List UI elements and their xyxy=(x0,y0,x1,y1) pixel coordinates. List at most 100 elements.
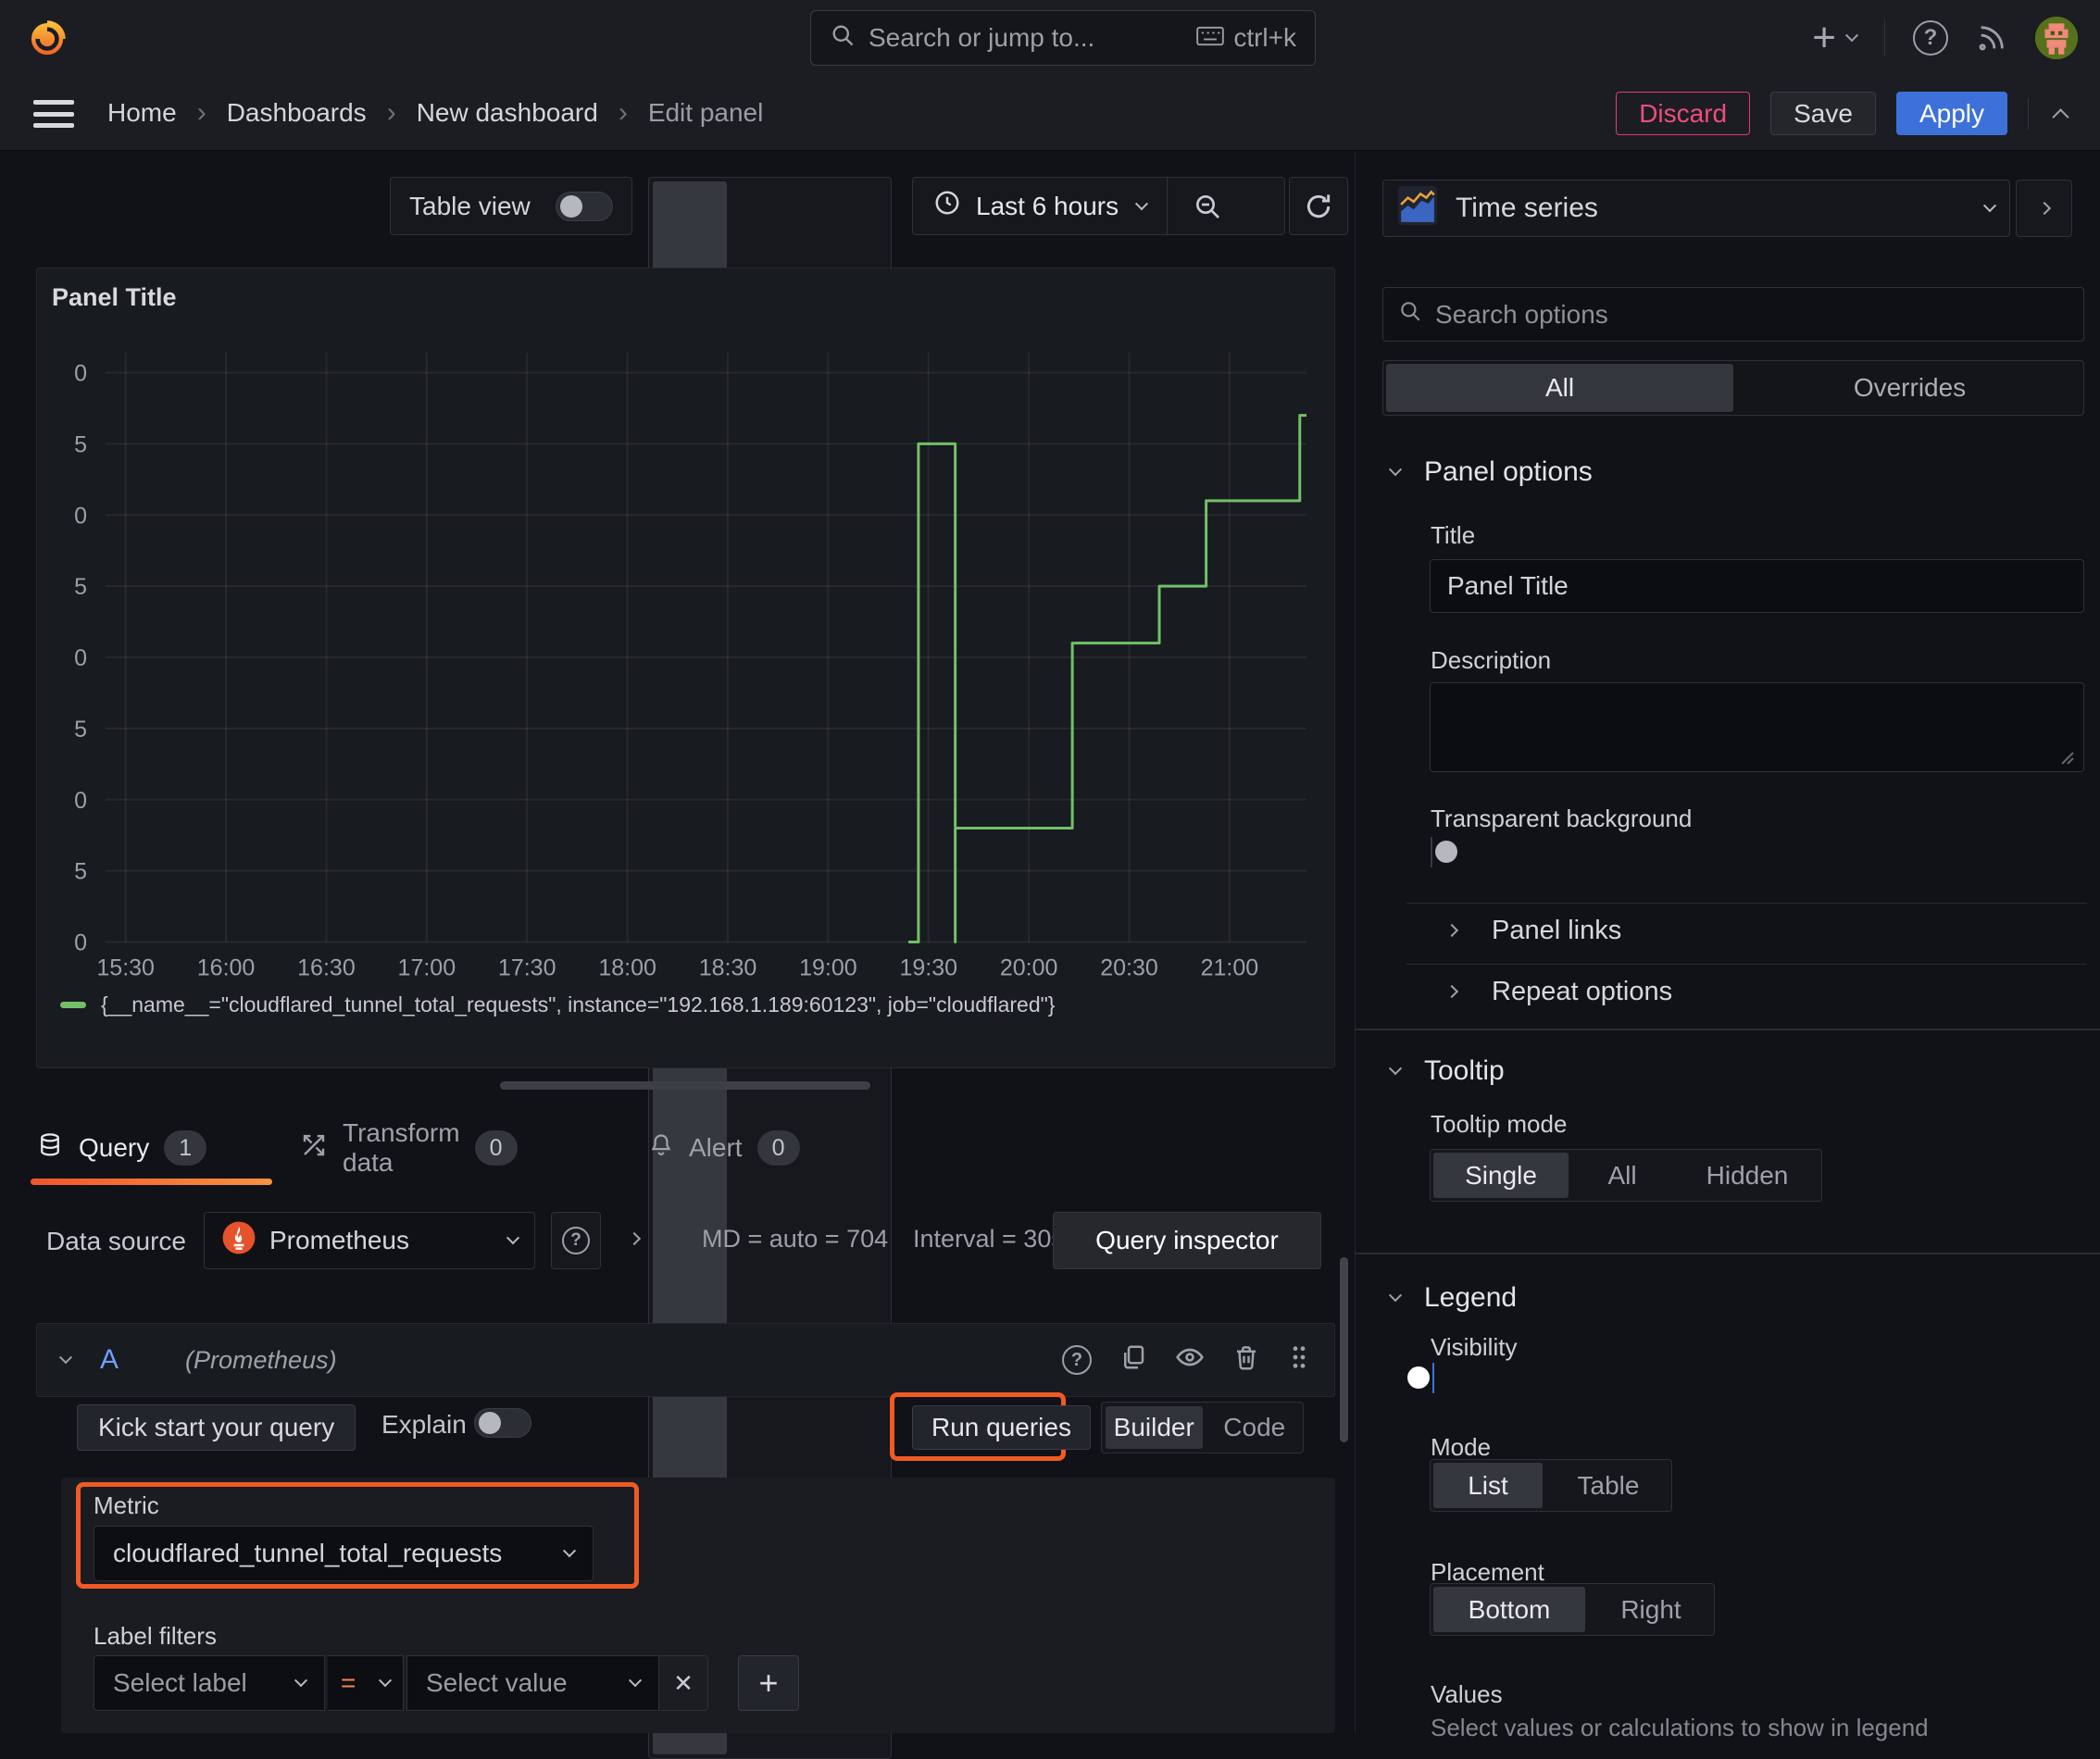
top-nav-bar: Search or jump to... ctrl+k + ? xyxy=(0,0,2100,76)
options-all-overrides-tabs: All Overrides xyxy=(1382,360,2084,416)
legend-visibility-toggle[interactable] xyxy=(1407,1363,1434,1393)
toggle-visibility-icon[interactable] xyxy=(1175,1342,1205,1379)
delete-query-icon[interactable] xyxy=(1232,1343,1260,1378)
select-value-dropdown[interactable]: Select value xyxy=(406,1655,659,1711)
tooltip-mode-single[interactable]: Single xyxy=(1433,1153,1569,1198)
select-label-dropdown[interactable]: Select label xyxy=(94,1655,325,1711)
remove-filter-button[interactable]: ✕ xyxy=(659,1655,708,1711)
global-search-input[interactable]: Search or jump to... ctrl+k xyxy=(810,10,1316,66)
chevron-down-icon xyxy=(628,1674,643,1688)
scrollbar-thumb[interactable] xyxy=(1340,1257,1348,1442)
breadcrumb: Home › Dashboards › New dashboard › Edit… xyxy=(107,76,763,150)
operator-dropdown[interactable]: = xyxy=(328,1655,404,1711)
datasource-help-button[interactable]: ? xyxy=(551,1212,601,1269)
run-queries-button[interactable]: Run queries xyxy=(912,1405,1091,1450)
repeat-options-section[interactable]: Repeat options xyxy=(1444,973,1672,1010)
tab-all[interactable]: All xyxy=(1386,364,1733,412)
query-collapse-icon[interactable] xyxy=(58,1351,73,1365)
plus-icon: + xyxy=(1812,15,1836,60)
select-value-placeholder: Select value xyxy=(426,1668,568,1697)
breadcrumb-new-dashboard[interactable]: New dashboard xyxy=(417,98,598,128)
time-range-picker[interactable]: Last 6 hours xyxy=(913,178,1167,234)
query-ref-id[interactable]: A xyxy=(100,1344,119,1376)
builder-option[interactable]: Builder xyxy=(1106,1406,1203,1449)
grafana-logo-icon[interactable] xyxy=(24,15,70,61)
legend-placement-bottom[interactable]: Bottom xyxy=(1433,1587,1585,1632)
chart-legend[interactable]: {__name__="cloudflared_tunnel_total_requ… xyxy=(60,992,1055,1017)
options-search-input[interactable] xyxy=(1435,299,2069,330)
kick-start-query-button[interactable]: Kick start your query xyxy=(77,1404,356,1451)
apply-button[interactable]: Apply xyxy=(1895,92,2007,135)
divider xyxy=(1884,19,1885,56)
query-datasource-hint: (Prometheus) xyxy=(185,1345,337,1374)
tab-alert-count: 0 xyxy=(756,1130,800,1166)
news-rss-icon[interactable] xyxy=(1976,22,2007,54)
drag-handle-icon[interactable] xyxy=(1288,1342,1310,1379)
chevron-down-icon xyxy=(1135,196,1149,210)
panel-resize-handle[interactable] xyxy=(500,1081,870,1090)
query-inspector-button[interactable]: Query inspector xyxy=(1053,1212,1321,1269)
code-option[interactable]: Code xyxy=(1206,1403,1304,1453)
tab-query[interactable]: Query 1 xyxy=(31,1111,272,1185)
metric-select[interactable]: cloudflared_tunnel_total_requests xyxy=(94,1526,594,1581)
divider xyxy=(2028,97,2029,130)
refresh-button[interactable] xyxy=(1289,177,1348,235)
tab-transform[interactable]: Transform data 0 xyxy=(300,1111,518,1185)
tooltip-mode-segmented: Single All Hidden xyxy=(1430,1149,1822,1202)
tooltip-mode-hidden[interactable]: Hidden xyxy=(1673,1150,1821,1201)
svg-text:15: 15 xyxy=(74,717,87,742)
svg-text:20:30: 20:30 xyxy=(1100,955,1158,981)
menu-toggle-icon[interactable] xyxy=(33,100,74,128)
search-icon xyxy=(830,22,856,55)
resize-corner-icon[interactable] xyxy=(2057,743,2076,773)
user-avatar[interactable] xyxy=(2035,17,2078,59)
visualization-picker[interactable]: Time series xyxy=(1382,180,2010,237)
chevron-down-icon xyxy=(1982,199,1997,213)
panel-links-label: Panel links xyxy=(1492,915,1622,945)
legend-placement-right[interactable]: Right xyxy=(1588,1584,1714,1635)
add-filter-button[interactable]: + xyxy=(738,1655,799,1711)
svg-text:16:30: 16:30 xyxy=(297,955,356,981)
table-view-toggle[interactable] xyxy=(556,191,613,221)
svg-text:17:00: 17:00 xyxy=(398,955,456,981)
query-help-icon[interactable]: ? xyxy=(1062,1345,1092,1375)
zoom-out-button[interactable] xyxy=(1168,178,1247,234)
tooltip-mode-label: Tooltip mode xyxy=(1431,1110,1568,1138)
panel-links-section[interactable]: Panel links xyxy=(1444,912,1622,949)
collapse-options-button[interactable] xyxy=(2016,180,2072,237)
save-button[interactable]: Save xyxy=(1770,92,1876,135)
duplicate-query-icon[interactable] xyxy=(1119,1343,1147,1378)
panel-description-textarea[interactable] xyxy=(1430,682,2084,772)
legend-section-header[interactable]: Legend xyxy=(1388,1282,1517,1314)
tooltip-section-header[interactable]: Tooltip xyxy=(1388,1055,1505,1087)
panel-options-section-header[interactable]: Panel options xyxy=(1388,456,1593,488)
breadcrumb-dashboards[interactable]: Dashboards xyxy=(227,98,367,128)
datasource-picker[interactable]: Prometheus xyxy=(204,1212,535,1269)
svg-text:21:00: 21:00 xyxy=(1201,955,1259,981)
breadcrumb-separator: › xyxy=(386,97,396,128)
legend-mode-table[interactable]: Table xyxy=(1545,1460,1671,1511)
legend-mode-list[interactable]: List xyxy=(1433,1463,1543,1508)
add-new-button[interactable]: + xyxy=(1812,15,1859,60)
timeseries-chart[interactable]: 0 5 10 15 20 25 30 35 40 15:30 16:00 16:30 17:00 17:3… xyxy=(74,347,1344,995)
panel-title-input[interactable] xyxy=(1430,559,2084,613)
tab-overrides[interactable]: Overrides xyxy=(1736,361,2083,415)
svg-text:15:30: 15:30 xyxy=(96,955,155,981)
table-view-label: Table view xyxy=(409,191,531,220)
tooltip-heading: Tooltip xyxy=(1424,1055,1505,1086)
options-search-box[interactable] xyxy=(1382,287,2084,342)
transparent-bg-toggle[interactable] xyxy=(1431,837,1457,867)
collapse-header-icon[interactable] xyxy=(2052,108,2069,126)
legend-series-label[interactable]: {__name__="cloudflared_tunnel_total_requ… xyxy=(101,992,1055,1017)
panel-title: Panel Title xyxy=(52,283,177,311)
section-divider xyxy=(1356,1253,2100,1254)
explain-toggle[interactable] xyxy=(474,1408,531,1438)
search-icon xyxy=(1398,299,1422,330)
breadcrumb-home[interactable]: Home xyxy=(107,98,177,128)
options-expander-icon[interactable] xyxy=(627,1231,642,1246)
viz-name: Time series xyxy=(1456,193,1598,223)
discard-button[interactable]: Discard xyxy=(1616,92,1751,135)
tooltip-mode-all[interactable]: All xyxy=(1571,1150,1673,1201)
help-icon[interactable]: ? xyxy=(1913,20,1948,56)
tab-alert[interactable]: Alert 0 xyxy=(648,1111,800,1185)
